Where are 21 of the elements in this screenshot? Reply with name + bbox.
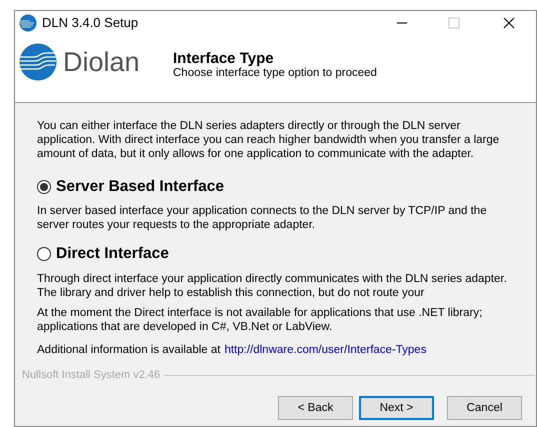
- logo-wordmark: Diolan: [63, 46, 140, 78]
- installer-branding: Nullsoft Install System v2.46: [22, 368, 160, 383]
- wizard-button[interactable]: Cancel: [447, 396, 522, 420]
- window-title: DLN 3.4.0 Setup: [42, 14, 138, 32]
- logo-globe-icon: [19, 43, 57, 81]
- wizard-button[interactable]: < Back: [278, 396, 353, 420]
- radio-label[interactable]: Direct Interface: [56, 242, 169, 266]
- page-subtitle: Choose interface type option to proceed: [173, 67, 377, 80]
- radio-button[interactable]: [37, 246, 51, 261]
- note-text: At the moment the Direct interface is not available for applications that use .NET library; applications that are developed in C#, VB.Net or LabView.: [37, 306, 484, 334]
- intro-text: You can either interface the DLN series adapters directly or through the DLN server application. With direct interface you can reach higher bandwidth when you transfer a large amount of data, but it only allows for one application to communicate with the adapter.: [37, 119, 500, 161]
- wizard-button[interactable]: Next >: [359, 396, 434, 420]
- info-text: Additional information is available at: [37, 342, 220, 358]
- app-logo-icon: [19, 14, 37, 32]
- radio-label[interactable]: Server Based Interface: [56, 175, 224, 198]
- option-description: Through direct interface your application directly communicates with the DLN series adapter. The library and driver help to establish this connection, but do not route your: [37, 272, 507, 300]
- page-title: Interface Type: [173, 50, 275, 67]
- info-link[interactable]: http://dlnware.com/user/Interface-Types: [224, 342, 426, 359]
- close-icon[interactable]: [503, 17, 515, 29]
- radio-button[interactable]: [37, 180, 51, 194]
- option-description: In server based interface your application connects to the DLN server by TCP/IP and the server routes your requests to the appropriate adapter.: [37, 204, 488, 232]
